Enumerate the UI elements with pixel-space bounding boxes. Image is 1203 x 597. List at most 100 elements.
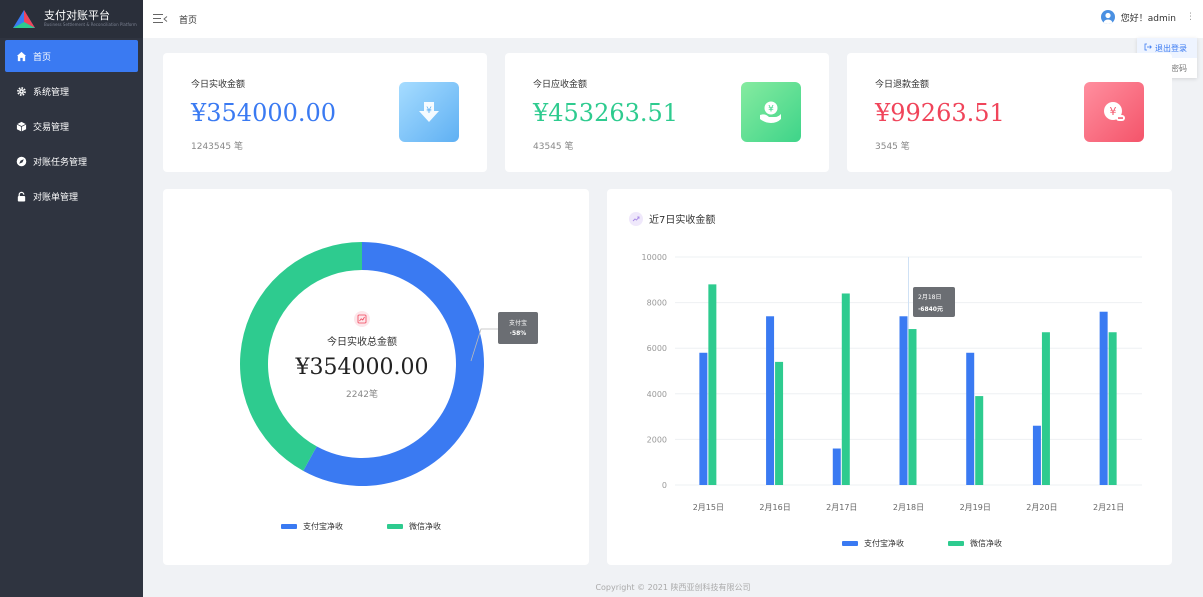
legend-item-wechat[interactable]: 微信净收 xyxy=(948,538,1002,549)
logo-icon xyxy=(12,9,36,29)
bar-panel: 近7日实收金额 0 2000 4000 6000 8000 10000 2月15日 2月16… xyxy=(607,189,1172,565)
tooltip-value: ·58% xyxy=(509,330,527,337)
sidebar-item-label: 系统管理 xyxy=(33,87,70,98)
donut-panel: 支付宝 ·58% 今日实收总金额 ¥354000.00 2242笔 支付宝净收 … xyxy=(163,189,589,565)
x-tick-label: 2月17日 xyxy=(826,503,857,512)
compass-icon xyxy=(15,155,27,167)
stat-count: 1243545 笔 xyxy=(191,142,243,152)
more-icon[interactable]: ⋮ xyxy=(1186,12,1195,22)
svg-text:¥: ¥ xyxy=(768,105,774,115)
avatar[interactable] xyxy=(1100,10,1115,24)
bar-alipay-0[interactable] xyxy=(699,352,708,485)
bar-alipay-2[interactable] xyxy=(832,448,841,485)
stat-card-refund: 今日退款金额 ¥99263.51 3545 笔 ¥ xyxy=(847,53,1172,172)
legend-swatch xyxy=(281,524,297,529)
sidebar-menu: 首页 系统管理 交易管理 对账任务管理 对账单管理 xyxy=(0,40,143,212)
legend-item-wechat[interactable]: 微信净收 xyxy=(387,521,441,532)
y-tick-label: 4000 xyxy=(647,390,667,399)
hand-yen-icon: ¥ xyxy=(741,82,801,142)
bar-alipay-3[interactable] xyxy=(899,316,908,485)
chart-icon xyxy=(354,311,370,327)
gear-icon xyxy=(15,85,27,97)
bar-alipay-1[interactable] xyxy=(766,316,775,485)
legend-label: 支付宝净收 xyxy=(864,539,904,548)
bar-wechat-0[interactable] xyxy=(708,284,717,485)
bar-alipay-5[interactable] xyxy=(1032,425,1041,485)
svg-text:¥: ¥ xyxy=(426,106,432,116)
breadcrumb[interactable]: 首页 xyxy=(179,13,197,26)
legend-label: 支付宝净收 xyxy=(303,522,343,531)
y-tick-label: 6000 xyxy=(647,344,667,353)
stat-card-receivable: 今日应收金额 ¥453263.51 43545 笔 ¥ xyxy=(505,53,829,172)
sidebar-item-home[interactable]: 首页 xyxy=(5,40,138,72)
top-header: 首页 您好！admin ⋮ xyxy=(143,0,1203,38)
legend-item-alipay[interactable]: 支付宝净收 xyxy=(842,538,904,549)
bar-wechat-3[interactable] xyxy=(908,329,917,485)
user-menu[interactable]: 您好！admin ⋮ xyxy=(1100,10,1195,24)
sidebar-item-label: 交易管理 xyxy=(33,122,70,133)
logout-label: 退出登录 xyxy=(1155,43,1187,53)
donut-center-label: 今日实收总金额 ¥354000.00 2242笔 xyxy=(282,311,442,400)
x-tick-label: 2月19日 xyxy=(960,503,991,512)
bar-tooltip: 2月18日 ·6840元 xyxy=(913,287,955,317)
menu-toggle-icon[interactable] xyxy=(153,14,168,24)
sidebar-item-statement[interactable]: 对账单管理 xyxy=(5,180,138,212)
donut-center-value: ¥354000.00 xyxy=(295,355,429,380)
legend-swatch xyxy=(948,541,964,546)
lock-icon xyxy=(15,190,27,202)
bar-wechat-5[interactable] xyxy=(1041,332,1050,485)
sidebar-item-transaction[interactable]: 交易管理 xyxy=(5,110,138,142)
legend-swatch xyxy=(387,524,403,529)
sidebar-item-label: 对账单管理 xyxy=(33,192,79,203)
download-yen-icon: ¥ xyxy=(399,82,459,142)
sidebar-item-label: 首页 xyxy=(33,52,52,63)
sidebar-item-system[interactable]: 系统管理 xyxy=(5,75,138,107)
y-tick-label: 2000 xyxy=(647,435,667,444)
sidebar: 支付对账平台 Business Settlement & Reconciliat… xyxy=(0,0,143,597)
home-icon xyxy=(15,50,27,62)
bar-wechat-1[interactable] xyxy=(775,361,784,485)
donut-tooltip: 支付宝 ·58% xyxy=(498,312,538,344)
stat-count: 43545 笔 xyxy=(533,142,574,152)
bar-alipay-6[interactable] xyxy=(1099,311,1108,485)
logo[interactable]: 支付对账平台 Business Settlement & Reconciliat… xyxy=(0,0,143,38)
legend-label: 微信净收 xyxy=(970,539,1002,548)
stat-value: ¥354000.00 xyxy=(191,99,337,127)
stat-title: 今日应收金额 xyxy=(533,80,588,90)
app-title: 支付对账平台 xyxy=(44,9,110,22)
donut-center-count: 2242笔 xyxy=(346,390,378,400)
stat-count: 3545 笔 xyxy=(875,142,910,152)
stat-value: ¥99263.51 xyxy=(875,99,1005,127)
tooltip-value: ·6840元 xyxy=(918,306,943,313)
stat-title: 今日实收金额 xyxy=(191,80,246,90)
y-tick-label: 10000 xyxy=(642,253,667,262)
footer: Copyright © 2021 陕西亚创科技有限公司 xyxy=(595,583,751,592)
bar-wechat-2[interactable] xyxy=(841,293,850,485)
stat-title: 今日退款金额 xyxy=(875,80,930,90)
y-tick-label: 0 xyxy=(662,481,667,490)
legend-item-alipay[interactable]: 支付宝净收 xyxy=(281,521,343,532)
bar-alipay-4[interactable] xyxy=(966,352,975,485)
sidebar-item-label: 对账任务管理 xyxy=(33,157,88,168)
logout-icon xyxy=(1143,43,1152,53)
cube-icon xyxy=(15,120,27,132)
y-tick-label: 8000 xyxy=(647,299,667,308)
legend-swatch xyxy=(842,541,858,546)
x-tick-label: 2月21日 xyxy=(1093,503,1124,512)
x-tick-label: 2月16日 xyxy=(759,503,790,512)
stat-value: ¥453263.51 xyxy=(533,99,679,127)
x-tick-label: 2月18日 xyxy=(893,503,924,512)
bar-chart: 0 2000 4000 6000 8000 10000 2月15日 2月16日 2月17日 2月… xyxy=(642,253,1142,512)
stat-card-received: 今日实收金额 ¥354000.00 1243545 笔 ¥ xyxy=(163,53,487,172)
tooltip-name: 支付宝 xyxy=(508,320,527,327)
x-tick-label: 2月15日 xyxy=(693,503,724,512)
bar-wechat-6[interactable] xyxy=(1108,332,1117,485)
bar-wechat-4[interactable] xyxy=(975,396,984,485)
legend-label: 微信净收 xyxy=(409,522,441,531)
x-tick-label: 2月20日 xyxy=(1026,503,1057,512)
svg-text:¥: ¥ xyxy=(1110,105,1117,118)
tooltip-date: 2月18日 xyxy=(918,294,942,301)
sidebar-item-reconcile-task[interactable]: 对账任务管理 xyxy=(5,145,138,177)
yen-minus-icon: ¥ xyxy=(1084,82,1144,142)
user-greeting[interactable]: 您好！admin xyxy=(1121,11,1176,24)
